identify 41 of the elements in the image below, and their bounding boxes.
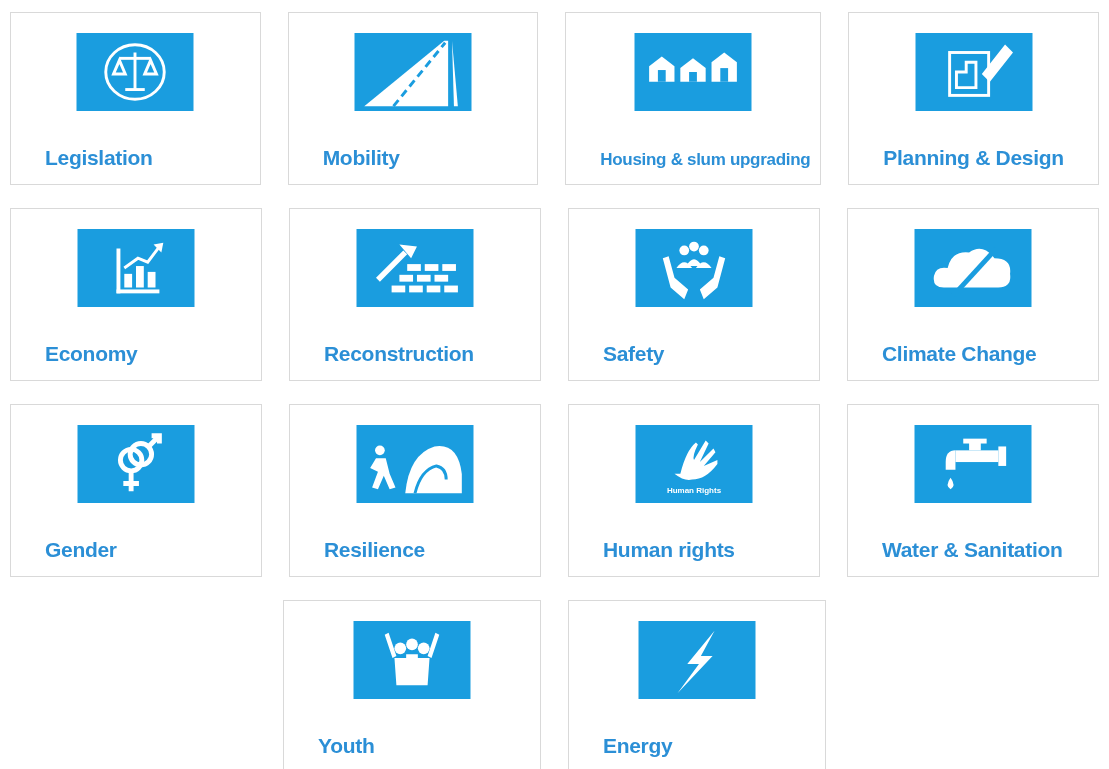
topic-label: Human rights bbox=[603, 538, 735, 562]
topic-label: Legislation bbox=[45, 146, 153, 170]
topic-card[interactable]: Water & Sanitation bbox=[847, 404, 1099, 577]
topic-label: Youth bbox=[318, 734, 375, 758]
topic-label: Planning & Design bbox=[883, 146, 1064, 170]
people-icon bbox=[353, 621, 471, 699]
topic-card[interactable]: Legislation bbox=[10, 12, 261, 185]
topic-label: Gender bbox=[45, 538, 117, 562]
topic-label: Economy bbox=[45, 342, 138, 366]
gender-icon bbox=[77, 425, 195, 503]
topic-card[interactable]: Safety bbox=[568, 208, 820, 381]
drawing-board-icon bbox=[914, 33, 1033, 111]
topic-label: Safety bbox=[603, 342, 665, 366]
topic-card[interactable]: Economy bbox=[10, 208, 262, 381]
wave-person-icon bbox=[356, 425, 474, 503]
topic-card[interactable]: Youth bbox=[283, 600, 541, 769]
cloud-icon bbox=[914, 229, 1032, 307]
road-icon bbox=[354, 33, 472, 111]
topic-label: Resilience bbox=[324, 538, 425, 562]
topic-label: Mobility bbox=[322, 146, 400, 170]
topic-label: Reconstruction bbox=[324, 342, 474, 366]
water-tap-icon bbox=[914, 425, 1032, 503]
icon-caption: Human Rights bbox=[665, 486, 723, 495]
topic-label: Water & Sanitation bbox=[882, 538, 1063, 562]
topic-card[interactable]: Housing & slum upgrading bbox=[565, 12, 822, 185]
hands-people-icon bbox=[635, 229, 753, 307]
topic-card[interactable]: Gender bbox=[10, 404, 262, 577]
topic-card[interactable]: Climate Change bbox=[847, 208, 1099, 381]
topic-label: Energy bbox=[603, 734, 673, 758]
topic-card[interactable]: Energy bbox=[568, 600, 826, 769]
topic-card[interactable]: Mobility bbox=[287, 12, 539, 185]
topic-label: Climate Change bbox=[882, 342, 1037, 366]
topic-card[interactable]: Reconstruction bbox=[289, 208, 541, 381]
topic-card[interactable]: Human Rights Human rights bbox=[568, 404, 820, 577]
houses-icon bbox=[634, 33, 753, 111]
topic-card[interactable]: Planning & Design bbox=[848, 12, 1099, 185]
scales-icon bbox=[76, 33, 195, 111]
bar-chart-icon bbox=[77, 229, 195, 307]
topic-label: Housing & slum upgrading bbox=[600, 150, 811, 170]
lightning-icon bbox=[638, 621, 756, 699]
topic-card[interactable]: Resilience bbox=[289, 404, 541, 577]
